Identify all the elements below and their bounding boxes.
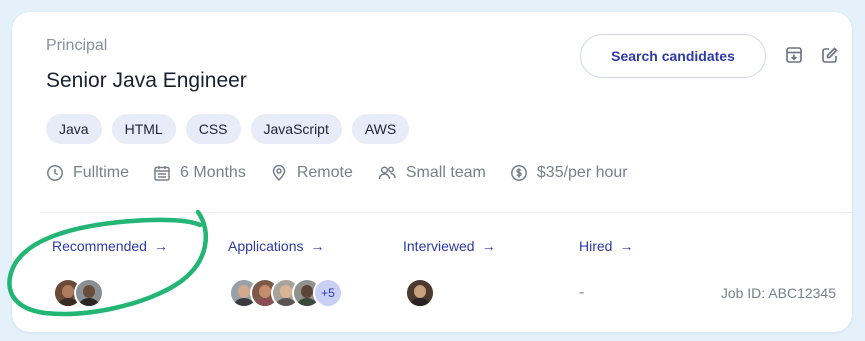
meta-team: Small team [377,164,486,182]
dollar-coin-icon [510,165,527,181]
meta-duration: 6 Months [153,164,246,182]
skill-tag: JavaScript [250,114,342,144]
job-level: Principal [46,37,108,54]
avatar [74,278,104,308]
calendar-icon [154,166,170,181]
arrow-right-icon: → [153,238,168,254]
job-id: Job ID: ABC12345 [720,285,836,301]
skill-tag: HTML [111,114,176,144]
clock-icon [47,165,63,181]
edit-icon[interactable] [820,45,840,65]
divider [40,212,852,213]
skill-tag: CSS [185,114,241,144]
meta-type-label: Fulltime [73,164,130,181]
arrow-right-icon: → [481,238,496,254]
more-applicants-badge[interactable]: +5 [313,278,343,308]
hired-empty-placeholder: - [579,284,585,301]
stage-label: Hired [579,238,613,254]
avatar [405,278,435,308]
archive-down-icon[interactable] [784,45,804,65]
skill-tags: Java HTML CSS JavaScript AWS [46,114,410,144]
stage-label: Interviewed [403,238,475,254]
interviewed-avatars[interactable] [405,278,435,308]
stage-interviewed-link[interactable]: Interviewed → [403,238,496,254]
recommended-avatars[interactable] [53,278,104,308]
meta-duration-label: 6 Months [180,164,246,181]
job-meta: Fulltime 6 Months Remote Small team $35/… [46,164,652,182]
search-candidates-button[interactable]: Search candidates [580,34,766,78]
meta-type: Fulltime [46,164,129,182]
meta-team-label: Small team [405,164,486,181]
meta-location: Remote [270,164,353,182]
stage-recommended-link[interactable]: Recommended → [52,238,168,254]
team-icon [378,166,396,180]
location-pin-icon [272,164,286,182]
meta-location-label: Remote [296,164,353,181]
arrow-right-icon: → [619,238,634,254]
applications-avatars[interactable]: +5 [229,278,343,308]
job-title: Senior Java Engineer [46,69,247,92]
job-card: Principal Senior Java Engineer Search ca… [12,12,852,332]
skill-tag: AWS [351,114,410,144]
stage-label: Recommended [52,238,147,254]
stage-applications-link[interactable]: Applications → [228,238,325,254]
meta-rate-label: $35/per hour [536,164,628,181]
skill-tag: Java [46,114,102,144]
stage-label: Applications [228,238,304,254]
stage-hired-link[interactable]: Hired → [579,238,633,254]
meta-rate: $35/per hour [510,164,628,182]
arrow-right-icon: → [310,238,325,254]
